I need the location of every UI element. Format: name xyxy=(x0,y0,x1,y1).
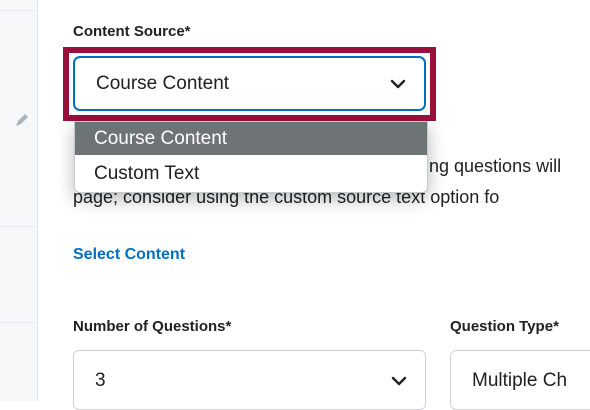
rail-divider xyxy=(0,322,37,323)
number-of-questions-value: 3 xyxy=(95,370,106,391)
option-course-content[interactable]: Course Content xyxy=(75,122,427,155)
question-type-select[interactable]: Multiple Ch xyxy=(450,350,590,410)
content-source-value: Course Content xyxy=(96,72,230,94)
chevron-down-icon xyxy=(390,79,406,88)
content-source-dropdown: Course Content Custom Text xyxy=(74,121,428,193)
question-type-value: Multiple Ch xyxy=(472,370,568,391)
number-of-questions-select[interactable]: 3 xyxy=(73,350,426,410)
option-custom-text[interactable]: Custom Text xyxy=(75,157,427,190)
left-rail xyxy=(0,0,38,401)
chevron-down-icon xyxy=(391,376,407,386)
pencil-icon xyxy=(16,114,28,126)
select-content-link[interactable]: Select Content xyxy=(73,246,185,264)
number-of-questions-label: Number of Questions* xyxy=(73,318,232,335)
content-source-label: Content Source* xyxy=(73,23,191,40)
rail-divider xyxy=(0,10,37,11)
content-source-select[interactable]: Course Content xyxy=(73,56,426,111)
rail-divider xyxy=(0,226,37,227)
question-type-label: Question Type* xyxy=(450,318,559,335)
